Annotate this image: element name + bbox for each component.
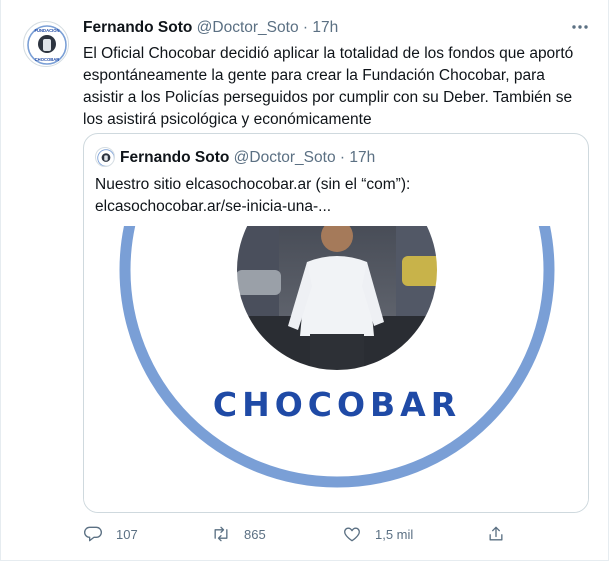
quoted-time: 17h [349, 149, 376, 166]
quoted-header: Fernando Soto @Doctor_Soto · 17h [120, 149, 375, 167]
chocobar-word: CHOCOBAR [213, 385, 461, 424]
quoted-author-name: Fernando Soto [120, 149, 230, 166]
share-icon [489, 526, 503, 541]
quoted-time-separator: · [339, 149, 346, 166]
svg-text:CHOCOBAR: CHOCOBAR [35, 57, 60, 62]
tweet[interactable]: FUNDACIÓN CHOCOBAR Fernando Soto @Doctor… [0, 0, 609, 561]
chocobar-image: CHOCOBAR [119, 226, 555, 488]
reply-button[interactable]: 107 [83, 520, 138, 548]
retweet-button[interactable]: 865 [211, 520, 266, 548]
reply-icon [84, 526, 102, 542]
action-bar: 107 865 1,5 mil [83, 520, 523, 548]
share-button[interactable] [486, 520, 506, 548]
quoted-tweet[interactable]: Fernando Soto @Doctor_Soto · 17h Nuestro… [83, 133, 589, 513]
tweet-header: Fernando Soto @Doctor_Soto · 17h [83, 19, 338, 37]
svg-text:FUNDACIÓN: FUNDACIÓN [34, 28, 59, 33]
quoted-author-avatar [95, 147, 115, 167]
reply-count: 107 [116, 526, 138, 542]
like-button[interactable]: 1,5 mil [342, 520, 413, 548]
quoted-text: Nuestro sitio elcasochocobar.ar (sin el … [95, 176, 411, 215]
author-name[interactable]: Fernando Soto [83, 19, 192, 36]
quoted-author-handle: @Doctor_Soto [233, 149, 336, 166]
retweet-count: 865 [244, 526, 266, 542]
tweet-time[interactable]: 17h [312, 19, 338, 36]
fundacion-logo: FUNDACIÓN CHOCOBAR [25, 23, 68, 66]
quoted-image[interactable]: CHOCOBAR [84, 226, 588, 512]
time-separator: · [302, 19, 309, 36]
more-icon[interactable] [569, 16, 591, 38]
tweet-text: El Oficial Chocobar decidió aplicar la t… [83, 45, 574, 128]
like-icon [344, 527, 360, 542]
retweet-icon [214, 526, 228, 542]
author-handle[interactable]: @Doctor_Soto [197, 19, 299, 36]
like-count: 1,5 mil [375, 526, 414, 542]
fundacion-logo-small [96, 148, 114, 166]
author-avatar[interactable]: FUNDACIÓN CHOCOBAR [23, 21, 69, 67]
photo [234, 226, 440, 373]
